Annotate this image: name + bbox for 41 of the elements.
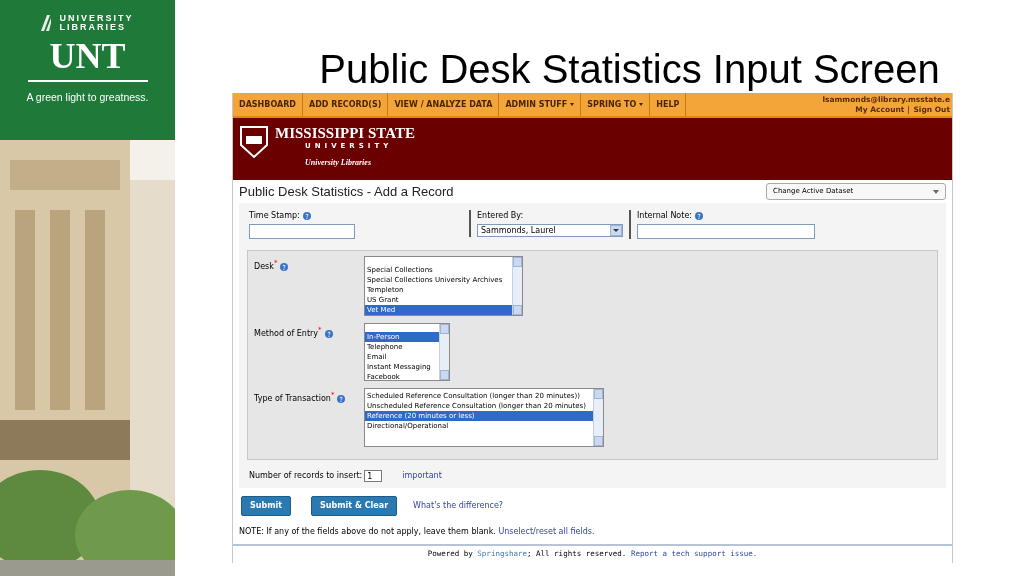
logo-wordmark: UNT <box>49 38 126 74</box>
field-label: Internal Note: <box>637 210 692 222</box>
shield-icon <box>239 125 269 159</box>
nav-item[interactable]: HELP <box>650 93 687 116</box>
help-icon[interactable] <box>302 212 311 220</box>
text-input[interactable] <box>249 224 355 239</box>
university-name: MISSISSIPPI STATE <box>275 125 415 141</box>
logo-text: UNIVERSITY <box>59 14 134 23</box>
submit-button[interactable]: Submit & Clear <box>311 496 398 516</box>
field-label: Desk <box>254 261 274 273</box>
help-icon[interactable] <box>280 263 289 271</box>
field-label: Method of Entry <box>254 329 319 340</box>
logo-tagline: A green light to greatness. <box>26 90 149 105</box>
submit-button[interactable]: Submit <box>241 496 292 516</box>
nav-item[interactable]: DASHBOARD <box>233 93 303 116</box>
important-link[interactable]: important <box>402 470 442 482</box>
reset-link[interactable]: Unselect/reset all fields. <box>498 527 595 536</box>
entered-by-select[interactable]: Sammonds, Laurel <box>477 224 623 237</box>
scrollbar[interactable] <box>512 257 522 315</box>
text-input[interactable] <box>637 224 815 239</box>
scrollbar[interactable] <box>439 324 449 380</box>
slide-title: Public Desk Statistics Input Screen <box>319 47 940 91</box>
nav-item[interactable]: SPRING TO <box>581 93 651 116</box>
scrollbar[interactable] <box>593 389 603 446</box>
nav-item[interactable]: ADD RECORD(S) <box>302 93 389 116</box>
field-label: Type of Transaction <box>254 393 331 405</box>
records-input[interactable]: 1 <box>364 470 383 482</box>
field-label: Entered By: <box>477 210 524 222</box>
nav-item[interactable]: VIEW / ANALYZE DATA <box>388 93 500 116</box>
field-label: Time Stamp: <box>249 210 300 222</box>
logo-text: LIBRARIES <box>59 23 127 32</box>
field-label: Number of records to insert: <box>249 470 363 482</box>
difference-link[interactable]: What's the difference? <box>413 500 504 512</box>
help-icon[interactable] <box>324 330 333 338</box>
nav-item[interactable]: ADMIN STUFF <box>499 93 582 116</box>
note-text: NOTE: If any of the fields above do not apply, leave them blank. Unselect/reset all fields. <box>238 526 596 538</box>
help-icon[interactable] <box>695 212 703 220</box>
page-title: Public Desk Statistics - Add a Record <box>239 182 454 201</box>
library-name: University Libraries <box>305 157 372 169</box>
help-icon[interactable] <box>337 395 346 403</box>
stripes-icon <box>41 15 54 31</box>
